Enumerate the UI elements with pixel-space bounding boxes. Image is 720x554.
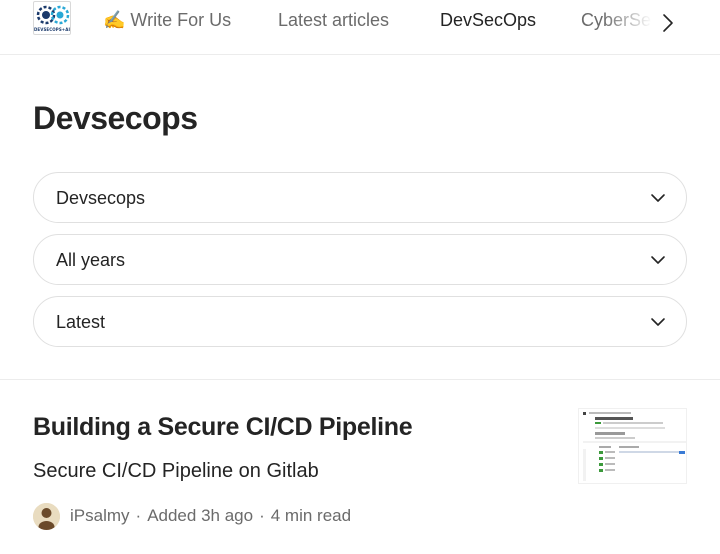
- sort-select-value: Latest: [56, 312, 106, 332]
- chevron-down-icon: [651, 318, 665, 326]
- author-avatar[interactable]: [33, 502, 60, 530]
- meta-separator: ·: [259, 506, 265, 525]
- tab-devsecops[interactable]: DevSecOps: [440, 9, 536, 55]
- topic-select-value: Devsecops: [56, 188, 146, 208]
- read-time: 4 min read: [270, 506, 352, 525]
- page-title: Devsecops: [33, 100, 198, 136]
- author-avatar-icon: [33, 502, 60, 530]
- year-select[interactable]: All years: [33, 234, 687, 285]
- article-subtitle[interactable]: Secure CI/CD Pipeline on Gitlab: [33, 460, 319, 483]
- sort-select[interactable]: Latest: [33, 296, 687, 347]
- article-title[interactable]: Building a Secure CI/CD Pipeline: [33, 413, 413, 442]
- publication-logo[interactable]: DEVSECOPS+AI: [33, 1, 71, 35]
- meta-separator: ·: [135, 506, 142, 525]
- chevron-down-icon: [651, 256, 665, 264]
- author-name[interactable]: iPsalmy: [70, 506, 130, 526]
- article-meta: iPsalmy · Added 3h ago · 4 min read: [33, 502, 351, 530]
- tab-write-for-us[interactable]: ✍️ Write For Us: [103, 9, 231, 55]
- added-time: Added 3h ago: [147, 506, 254, 525]
- top-navigation: DEVSECOPS+AI ✍️ Write For Us Latest arti…: [0, 0, 720, 55]
- topic-select[interactable]: Devsecops: [33, 172, 687, 223]
- thumbnail-screenshot-image: [579, 409, 686, 483]
- nav-tabs: ✍️ Write For Us Latest articles DevSecOp…: [103, 0, 673, 55]
- chevron-down-icon: [651, 194, 665, 202]
- year-select-value: All years: [56, 250, 126, 270]
- article-thumbnail[interactable]: [578, 408, 687, 484]
- logo-text: DEVSECOPS+AI: [34, 27, 71, 32]
- section-divider: [0, 379, 720, 380]
- tab-latest-articles[interactable]: Latest articles: [278, 9, 389, 55]
- chevron-right-icon[interactable]: [658, 12, 678, 34]
